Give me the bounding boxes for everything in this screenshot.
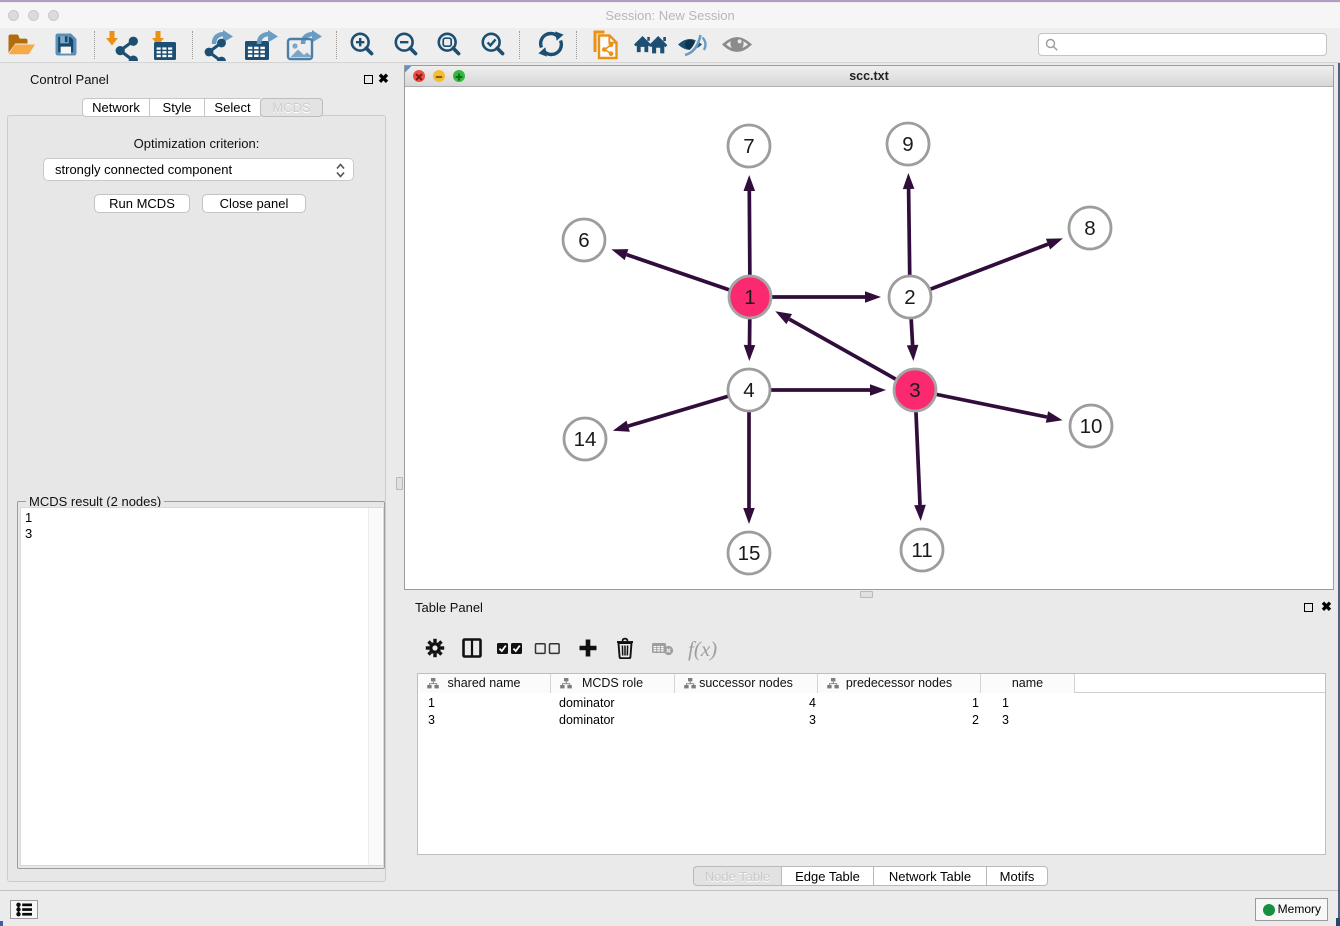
svg-text:15: 15 xyxy=(738,542,761,565)
svg-text:14: 14 xyxy=(574,428,597,451)
svg-text:1: 1 xyxy=(744,286,755,309)
svg-text:7: 7 xyxy=(743,135,754,158)
svg-text:4: 4 xyxy=(743,379,754,402)
svg-text:9: 9 xyxy=(902,133,913,156)
svg-text:3: 3 xyxy=(909,379,920,402)
svg-text:2: 2 xyxy=(904,286,915,309)
svg-text:10: 10 xyxy=(1080,415,1103,438)
svg-text:6: 6 xyxy=(578,229,589,252)
svg-text:8: 8 xyxy=(1084,217,1095,240)
svg-text:11: 11 xyxy=(911,539,932,562)
